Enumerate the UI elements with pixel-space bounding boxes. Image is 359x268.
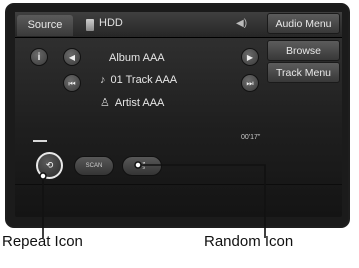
repeat-icon-caption: Repeat Icon: [2, 233, 83, 250]
callout-lines: [39, 161, 266, 238]
random-callout-dot: [134, 161, 142, 169]
repeat-callout-dot: [39, 172, 47, 180]
random-callout-line: [138, 164, 266, 238]
random-icon-caption: Random Icon: [204, 233, 294, 250]
